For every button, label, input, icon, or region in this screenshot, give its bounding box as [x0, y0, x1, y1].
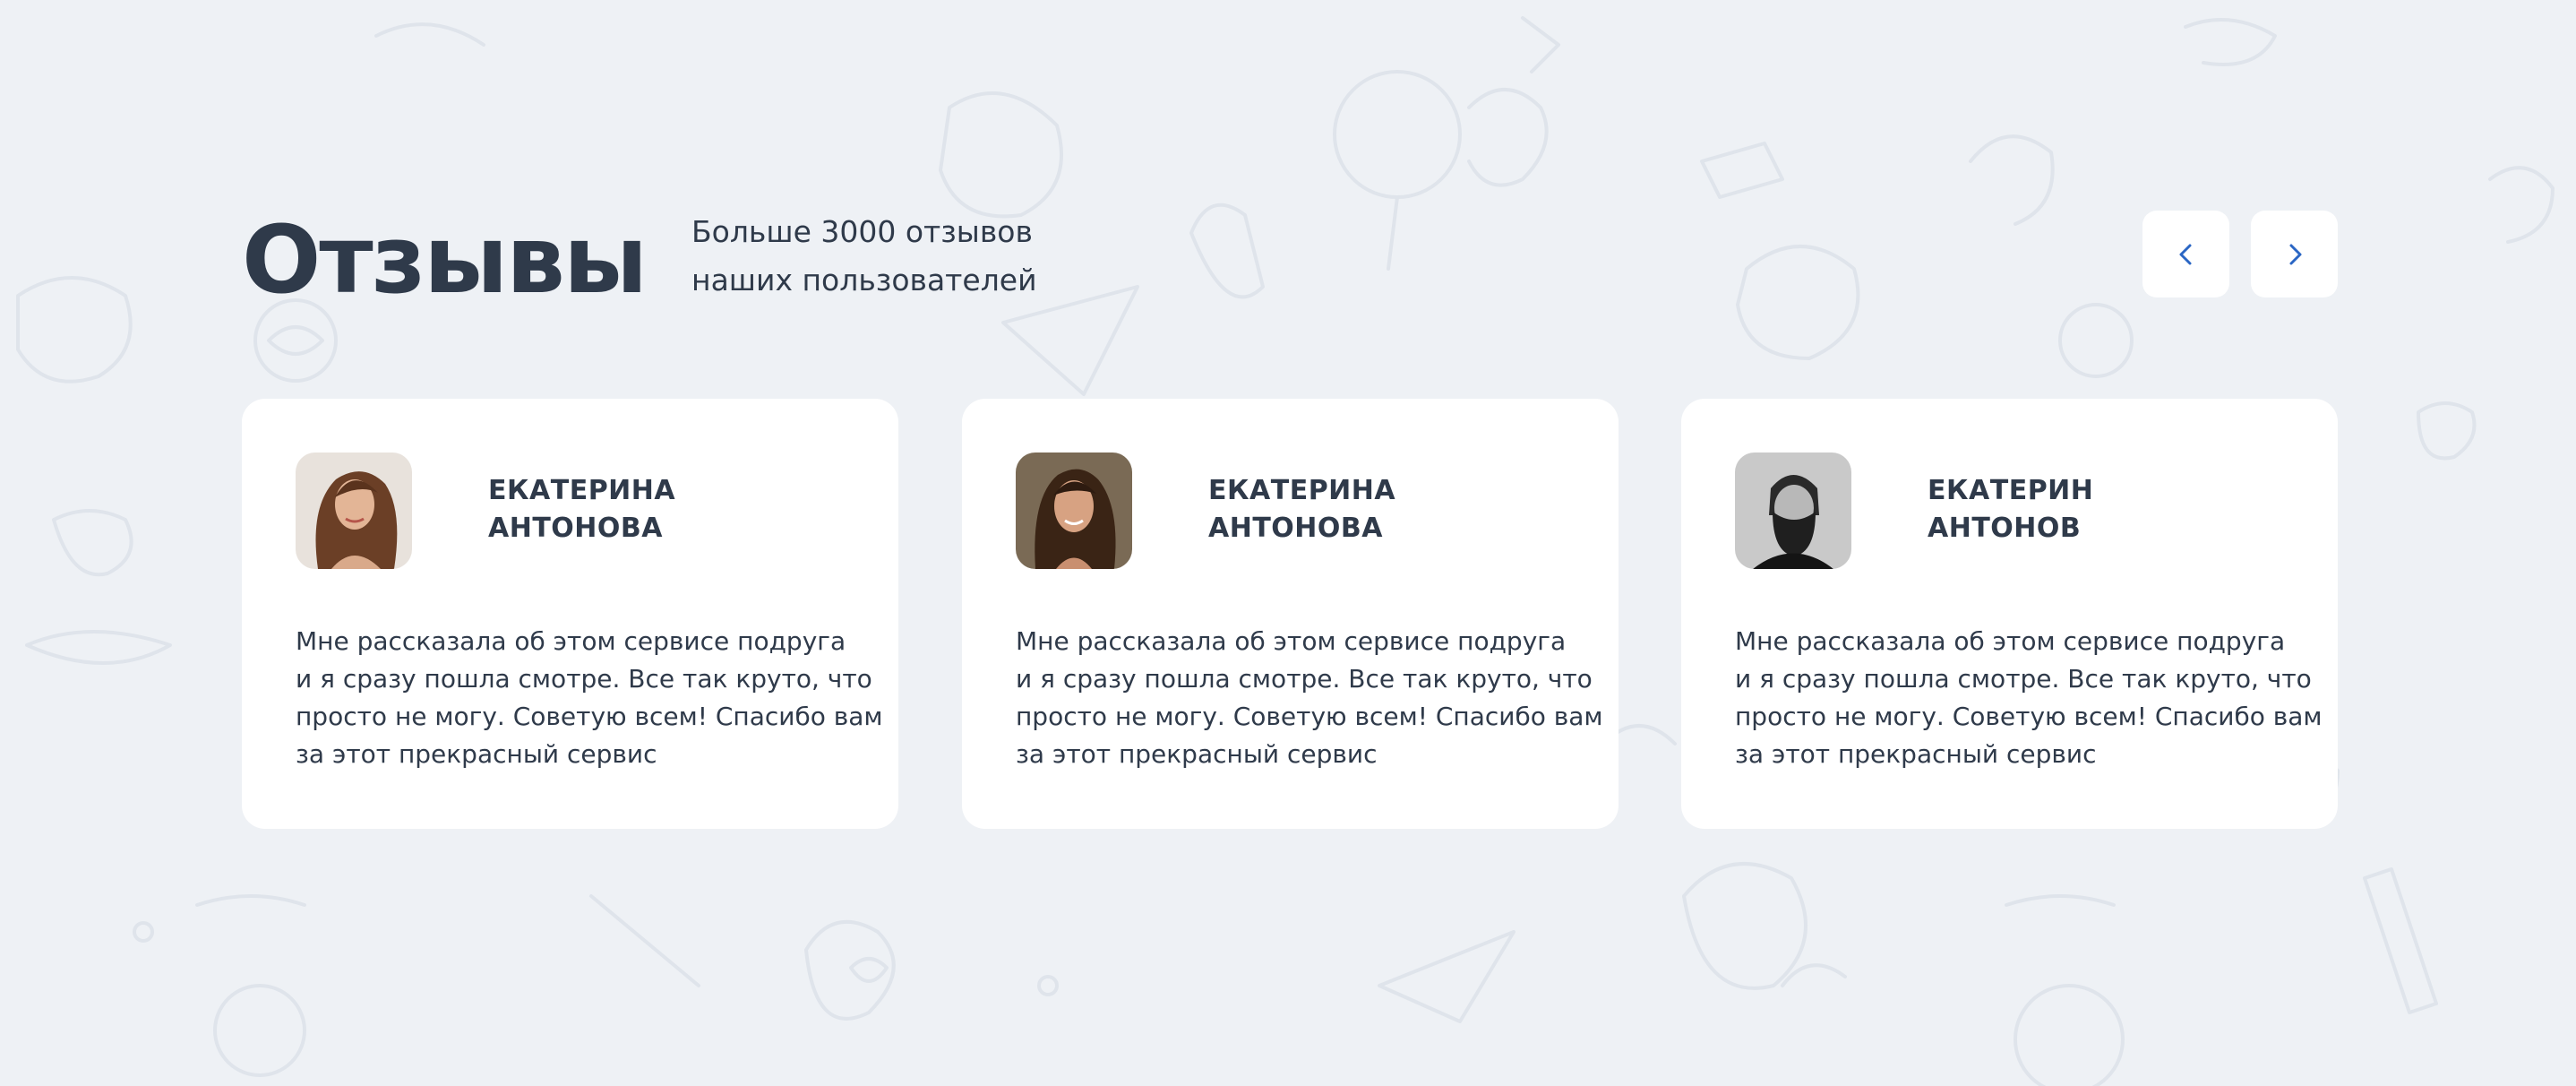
woman-photo-avatar — [1016, 452, 1132, 569]
review-text-line: и я сразу пошла смотре. Все так круто, ч… — [296, 664, 872, 694]
review-text-line: и я сразу пошла смотре. Все так круто, ч… — [1016, 664, 1593, 694]
review-text-line: и я сразу пошла смотре. Все так круто, ч… — [1735, 664, 2312, 694]
review-text: Мне рассказала об этом сервисе подруга и… — [1735, 623, 2323, 773]
chevron-right-icon — [2289, 244, 2301, 264]
reviews-section: Отзывы Больше 3000 отзывов наших пользов… — [242, 0, 2338, 1086]
review-text-line: за этот прекрасный сервис — [296, 739, 657, 769]
subtitle-line: Больше 3000 отзывов — [691, 214, 1033, 249]
avatar — [1735, 452, 1851, 569]
subtitle-line: наших пользователей — [691, 263, 1037, 297]
author-first-name: Екатерин — [1928, 475, 2094, 506]
review-text-line: Мне рассказала об этом сервисе подруга — [1016, 626, 1567, 656]
author-last-name: Антонова — [488, 513, 663, 544]
author-first-name: Екатерина — [488, 475, 676, 506]
review-text-line: просто не могу. Советую всем! Спасибо ва… — [296, 702, 883, 731]
chevron-left-icon — [2179, 244, 2191, 264]
previous-button[interactable] — [2142, 211, 2229, 297]
man-photo-avatar — [1735, 452, 1851, 569]
next-button[interactable] — [2251, 211, 2338, 297]
review-card: Екатерина Антонова Мне рассказала об это… — [962, 399, 1619, 829]
author-first-name: Екатерина — [1208, 475, 1396, 506]
review-card: Екатерина Антонова Мне рассказала об это… — [242, 399, 898, 829]
review-text-line: просто не могу. Советую всем! Спасибо ва… — [1735, 702, 2323, 731]
review-card: Екатерин Антонов Мне рассказала об этом … — [1681, 399, 2338, 829]
woman-photo-avatar — [296, 452, 412, 569]
author-name: Екатерина Антонова — [1208, 472, 1584, 547]
section-title: Отзывы — [242, 205, 648, 315]
review-text-line: за этот прекрасный сервис — [1016, 739, 1378, 769]
review-text: Мне рассказала об этом сервисе подруга и… — [1016, 623, 1603, 773]
review-text-line: Мне рассказала об этом сервисе подруга — [296, 626, 846, 656]
review-text-line: просто не могу. Советую всем! Спасибо ва… — [1016, 702, 1603, 731]
reviews-header: Отзывы Больше 3000 отзывов наших пользов… — [242, 197, 2338, 323]
avatar — [296, 452, 412, 569]
avatar — [1016, 452, 1132, 569]
author-name: Екатерина Антонова — [488, 472, 864, 547]
author-last-name: Антонов — [1928, 513, 2082, 544]
section-subtitle: Больше 3000 отзывов наших пользователей — [691, 208, 1068, 305]
review-text-line: Мне рассказала об этом сервисе подруга — [1735, 626, 2286, 656]
author-last-name: Антонова — [1208, 513, 1383, 544]
author-name: Екатерин Антонов — [1928, 472, 2304, 547]
review-text: Мне рассказала об этом сервисе подруга и… — [296, 623, 883, 773]
review-cards: Екатерина Антонова Мне рассказала об это… — [242, 399, 2338, 829]
review-text-line: за этот прекрасный сервис — [1735, 739, 2097, 769]
